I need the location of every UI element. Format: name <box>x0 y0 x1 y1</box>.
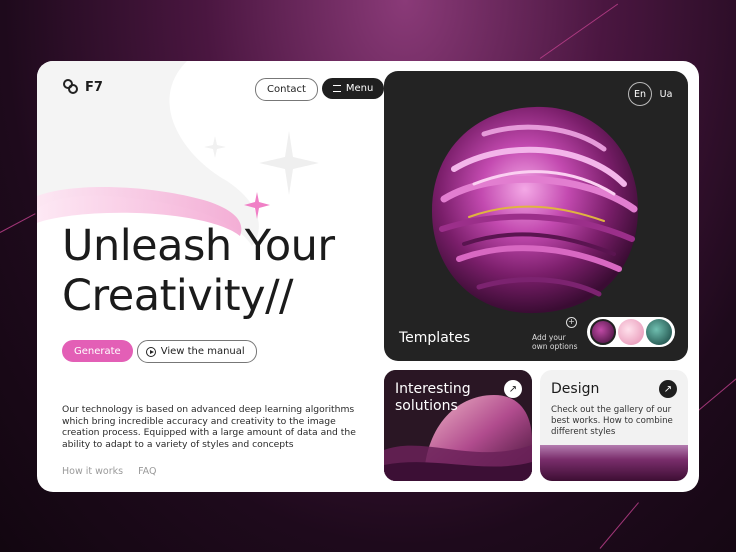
background-line <box>695 373 736 413</box>
left-panel: F7 Contact Menu Unleash Your Creativity/… <box>37 61 385 492</box>
add-options-line-2: own options <box>532 342 578 351</box>
cta-group: Generate View the manual <box>62 340 257 363</box>
description-text: Our technology is based on advanced deep… <box>62 404 356 450</box>
templates-label: Templates <box>399 330 471 346</box>
interesting-solutions-title: Interesting solutions <box>395 381 495 415</box>
contact-button[interactable]: Contact <box>255 78 318 101</box>
interesting-title-line-2: solutions <box>395 398 458 414</box>
how-it-works-link[interactable]: How it works <box>62 466 123 477</box>
menu-icon <box>332 85 341 92</box>
faq-link[interactable]: FAQ <box>138 466 156 477</box>
template-swatch[interactable] <box>590 319 616 345</box>
add-options-text: Add your own options <box>532 333 584 351</box>
design-tile[interactable]: Design ↗ Check out the gallery of our be… <box>540 370 688 481</box>
template-swatch[interactable] <box>646 319 672 345</box>
footer-links: How it works FAQ <box>62 466 156 477</box>
arrow-up-right-icon[interactable]: ↗ <box>504 380 522 398</box>
background-line <box>539 3 619 59</box>
brand-name: F7 <box>85 79 103 95</box>
template-swatch[interactable] <box>618 319 644 345</box>
menu-label: Menu <box>345 83 374 94</box>
top-nav: Contact Menu <box>255 78 385 101</box>
main-card: F7 Contact Menu Unleash Your Creativity/… <box>37 61 699 492</box>
templates-panel: En Ua Templates + Add your own options <box>384 71 688 361</box>
design-gradient-image <box>540 445 688 481</box>
brand-logo[interactable]: F7 <box>63 79 103 95</box>
add-icon[interactable]: + <box>566 317 577 328</box>
interesting-title-line-1: Interesting <box>395 381 471 397</box>
view-manual-label: View the manual <box>160 346 245 357</box>
view-manual-button[interactable]: View the manual <box>136 340 257 363</box>
template-swatches <box>587 317 675 347</box>
design-description: Check out the gallery of our best works.… <box>551 405 673 437</box>
logo-icon <box>63 79 79 95</box>
background-line <box>0 213 36 233</box>
language-ua-button[interactable]: Ua <box>656 89 676 100</box>
play-icon <box>145 346 156 357</box>
title-line-2: Creativity// <box>62 271 294 321</box>
title-line-1: Unleash Your <box>62 221 335 271</box>
menu-button[interactable]: Menu <box>321 78 385 99</box>
generate-button[interactable]: Generate <box>62 340 133 362</box>
arrow-up-right-icon[interactable]: ↗ <box>659 380 677 398</box>
add-options-line-1: Add your <box>532 333 566 342</box>
background-line <box>599 502 639 549</box>
design-title: Design <box>551 381 600 397</box>
page-title: Unleash Your Creativity// <box>62 221 382 321</box>
interesting-solutions-tile[interactable]: Interesting solutions ↗ <box>384 370 532 481</box>
abstract-sphere-image <box>432 106 638 314</box>
